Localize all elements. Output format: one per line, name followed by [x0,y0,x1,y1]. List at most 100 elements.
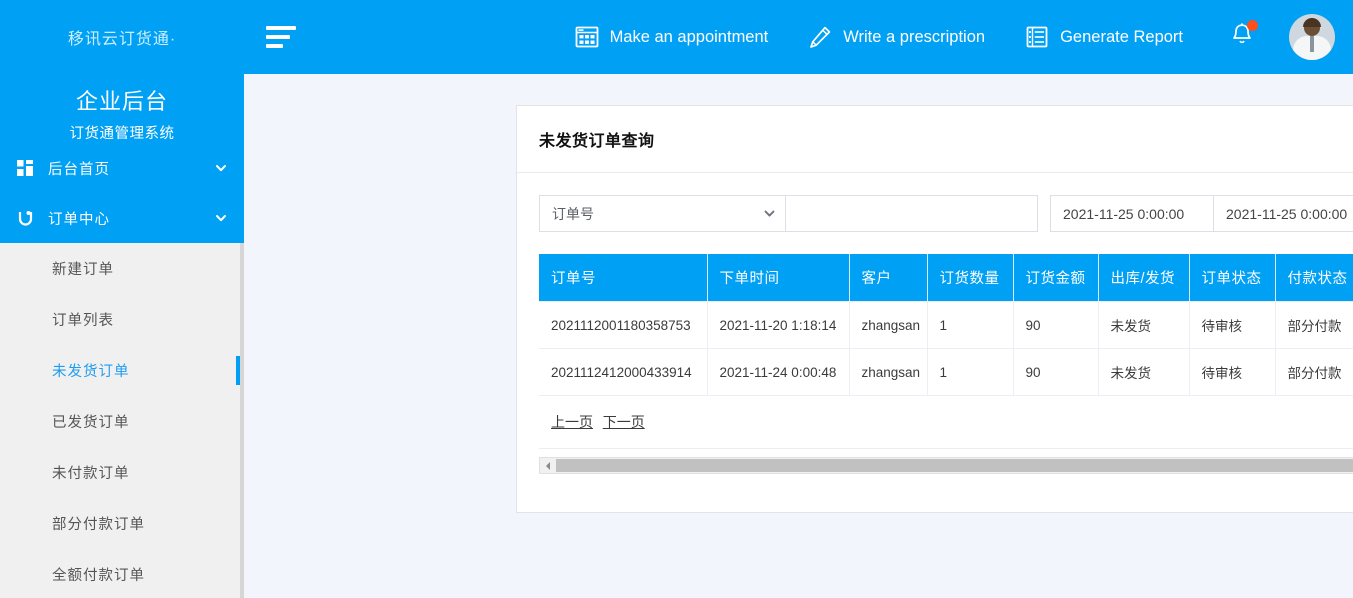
sidebar-item-shipped-orders[interactable]: 已发货订单 [0,396,244,447]
notification-badge [1247,19,1258,31]
sidebar-item-partial-paid-orders[interactable]: 部分付款订单 [0,498,244,549]
generate-report-label: Generate Report [1060,27,1183,46]
make-appointment-button[interactable]: Make an appointment [575,25,769,49]
cell-order-no: 2021112001180358753 [539,301,708,349]
search-field-select[interactable]: 订单号 [539,195,786,232]
calendar-icon [575,25,599,49]
avatar[interactable] [1289,14,1335,60]
avatar-tie [1310,36,1314,52]
hamburger-line [266,35,290,39]
card-header: 未发货订单查询 Add Payment [517,106,1353,173]
brand-block: 企业后台 订货通管理系统 [0,74,244,143]
cell-customer: zhangsan [849,348,928,396]
generate-report-button[interactable]: Generate Report [1025,25,1183,49]
brand-title: 企业后台 [75,89,168,114]
sidebar-item-label: 已发货订单 [52,415,130,431]
sidebar-item-label: 订单列表 [52,313,114,329]
orders-table-head: 订单号 下单时间 客户 订货数量 订货金额 出库/发货 订单状态 付款状态 处理… [539,254,1353,302]
search-keyword-input[interactable] [785,195,1039,232]
filter-bar: 订单号 搜索 [517,173,1353,232]
sidebar-item-full-paid-orders[interactable]: 全额付款订单 [0,549,244,598]
next-page-link[interactable]: 下一页 [603,414,645,430]
col-amount[interactable]: 订货金额 [1013,254,1099,302]
cell-shipping: 未发货 [1098,348,1190,396]
cell-qty: 1 [927,348,1014,396]
sidebar-group-label-order-center: 订单中心 [48,211,110,228]
sidebar-item-label: 新建订单 [52,262,114,278]
sidebar-item-unpaid-orders[interactable]: 未付款订单 [0,447,244,498]
sidebar-item-new-order[interactable]: 新建订单 [0,243,244,294]
table-header-row: 订单号 下单时间 客户 订货数量 订货金额 出库/发货 订单状态 付款状态 处理… [539,254,1353,302]
horizontal-scrollbar[interactable] [539,457,1353,474]
main-area: Make an appointment Write a prescription… [244,0,1353,598]
top-header: Make an appointment Write a prescription… [244,0,1353,74]
pagination: 上一页 下一页 [539,395,1353,449]
pagination-row: 上一页 下一页 [539,395,1353,449]
cell-pay-status: 部分付款 [1275,301,1353,349]
table-row[interactable]: 2021112001180358753 2021-11-20 1:18:14 z… [539,301,1353,349]
avatar-hair [1303,18,1321,27]
chevron-down-icon [214,211,228,225]
sidebar-item-label: 未发货订单 [52,364,130,380]
col-pay-status[interactable]: 付款状态 [1275,254,1353,302]
sidebar-group-label-dashboard: 后台首页 [48,161,110,178]
make-appointment-label: Make an appointment [609,27,769,46]
cell-order-status: 待审核 [1189,348,1276,396]
cell-order-time: 2021-11-24 0:00:48 [707,348,850,396]
sidebar-item-unshipped-orders[interactable]: 未发货订单 [0,345,244,396]
chevron-down-icon [214,161,228,175]
write-prescription-button[interactable]: Write a prescription [808,25,985,49]
search-field-select-wrap: 订单号 [539,195,786,232]
brand-top-label: 移讯云订货通· [67,31,177,48]
cell-amount: 90 [1013,301,1099,349]
sidebar-item-order-list[interactable]: 订单列表 [0,294,244,345]
pencil-icon [808,25,832,49]
sidebar-item-label: 全额付款订单 [52,568,145,584]
cell-pay-status: 部分付款 [1275,348,1353,396]
notifications-button[interactable] [1229,19,1258,53]
sidebar-item-label: 未付款订单 [52,466,130,482]
cell-amount: 90 [1013,348,1099,396]
col-customer[interactable]: 客户 [849,254,928,302]
col-order-no[interactable]: 订单号 [539,254,708,302]
sidebar-submenu: 新建订单 订单列表 未发货订单 已发货订单 未付款订单 部分付款订单 全额付款订… [0,243,244,598]
prev-page-link[interactable]: 上一页 [551,414,593,430]
col-order-status[interactable]: 订单状态 [1189,254,1276,302]
orders-table-wrap: 订单号 下单时间 客户 订货数量 订货金额 出库/发货 订单状态 付款状态 处理… [517,232,1353,449]
active-indicator [236,356,240,385]
brand-subtitle: 订货通管理系统 [69,126,175,142]
cell-shipping: 未发货 [1098,301,1190,349]
cell-order-time: 2021-11-20 1:18:14 [707,301,850,349]
hamburger-icon[interactable] [266,26,300,48]
cell-order-no: 2021112412000433914 [539,348,708,396]
sidebar-group-dashboard[interactable]: 后台首页 [0,143,244,193]
filter-gap [1038,195,1050,232]
orders-table: 订单号 下单时间 客户 订货数量 订货金额 出库/发货 订单状态 付款状态 处理… [539,254,1353,449]
page-title: 未发货订单查询 [539,133,655,150]
cell-qty: 1 [927,301,1014,349]
col-qty[interactable]: 订货数量 [927,254,1014,302]
sidebar-item-label: 部分付款订单 [52,517,145,533]
sidebar-group-order-center[interactable]: 订单中心 [0,193,244,243]
write-prescription-label: Write a prescription [843,27,986,46]
col-order-time[interactable]: 下单时间 [707,254,850,302]
col-shipping[interactable]: 出库/发货 [1098,254,1190,302]
brand-top: 移讯云订货通· [0,0,244,74]
start-date-input[interactable] [1050,195,1215,232]
scrollbar-thumb[interactable] [556,459,1353,472]
cell-order-status: 待审核 [1189,301,1276,349]
scroll-left-arrow-icon[interactable] [540,458,555,473]
order-center-icon [14,210,36,227]
sidebar: 移讯云订货通· 企业后台 订货通管理系统 后台首页 订单中心 新建订单 订单列表… [0,0,244,598]
hamburger-line [266,44,283,48]
cell-customer: zhangsan [849,301,928,349]
top-actions: Make an appointment Write a prescription… [535,14,1335,60]
dashboard-icon [14,160,36,176]
report-list-icon [1025,25,1049,49]
hamburger-line [266,26,296,30]
table-row[interactable]: 2021112412000433914 2021-11-24 0:00:48 z… [539,348,1353,396]
orders-table-body: 2021112001180358753 2021-11-20 1:18:14 z… [539,301,1353,449]
app-root: 移讯云订货通· 企业后台 订货通管理系统 后台首页 订单中心 新建订单 订单列表… [0,0,1353,598]
end-date-input[interactable] [1214,195,1353,232]
unshipped-orders-card: 未发货订单查询 Add Payment 订单号 搜索 [516,105,1353,513]
